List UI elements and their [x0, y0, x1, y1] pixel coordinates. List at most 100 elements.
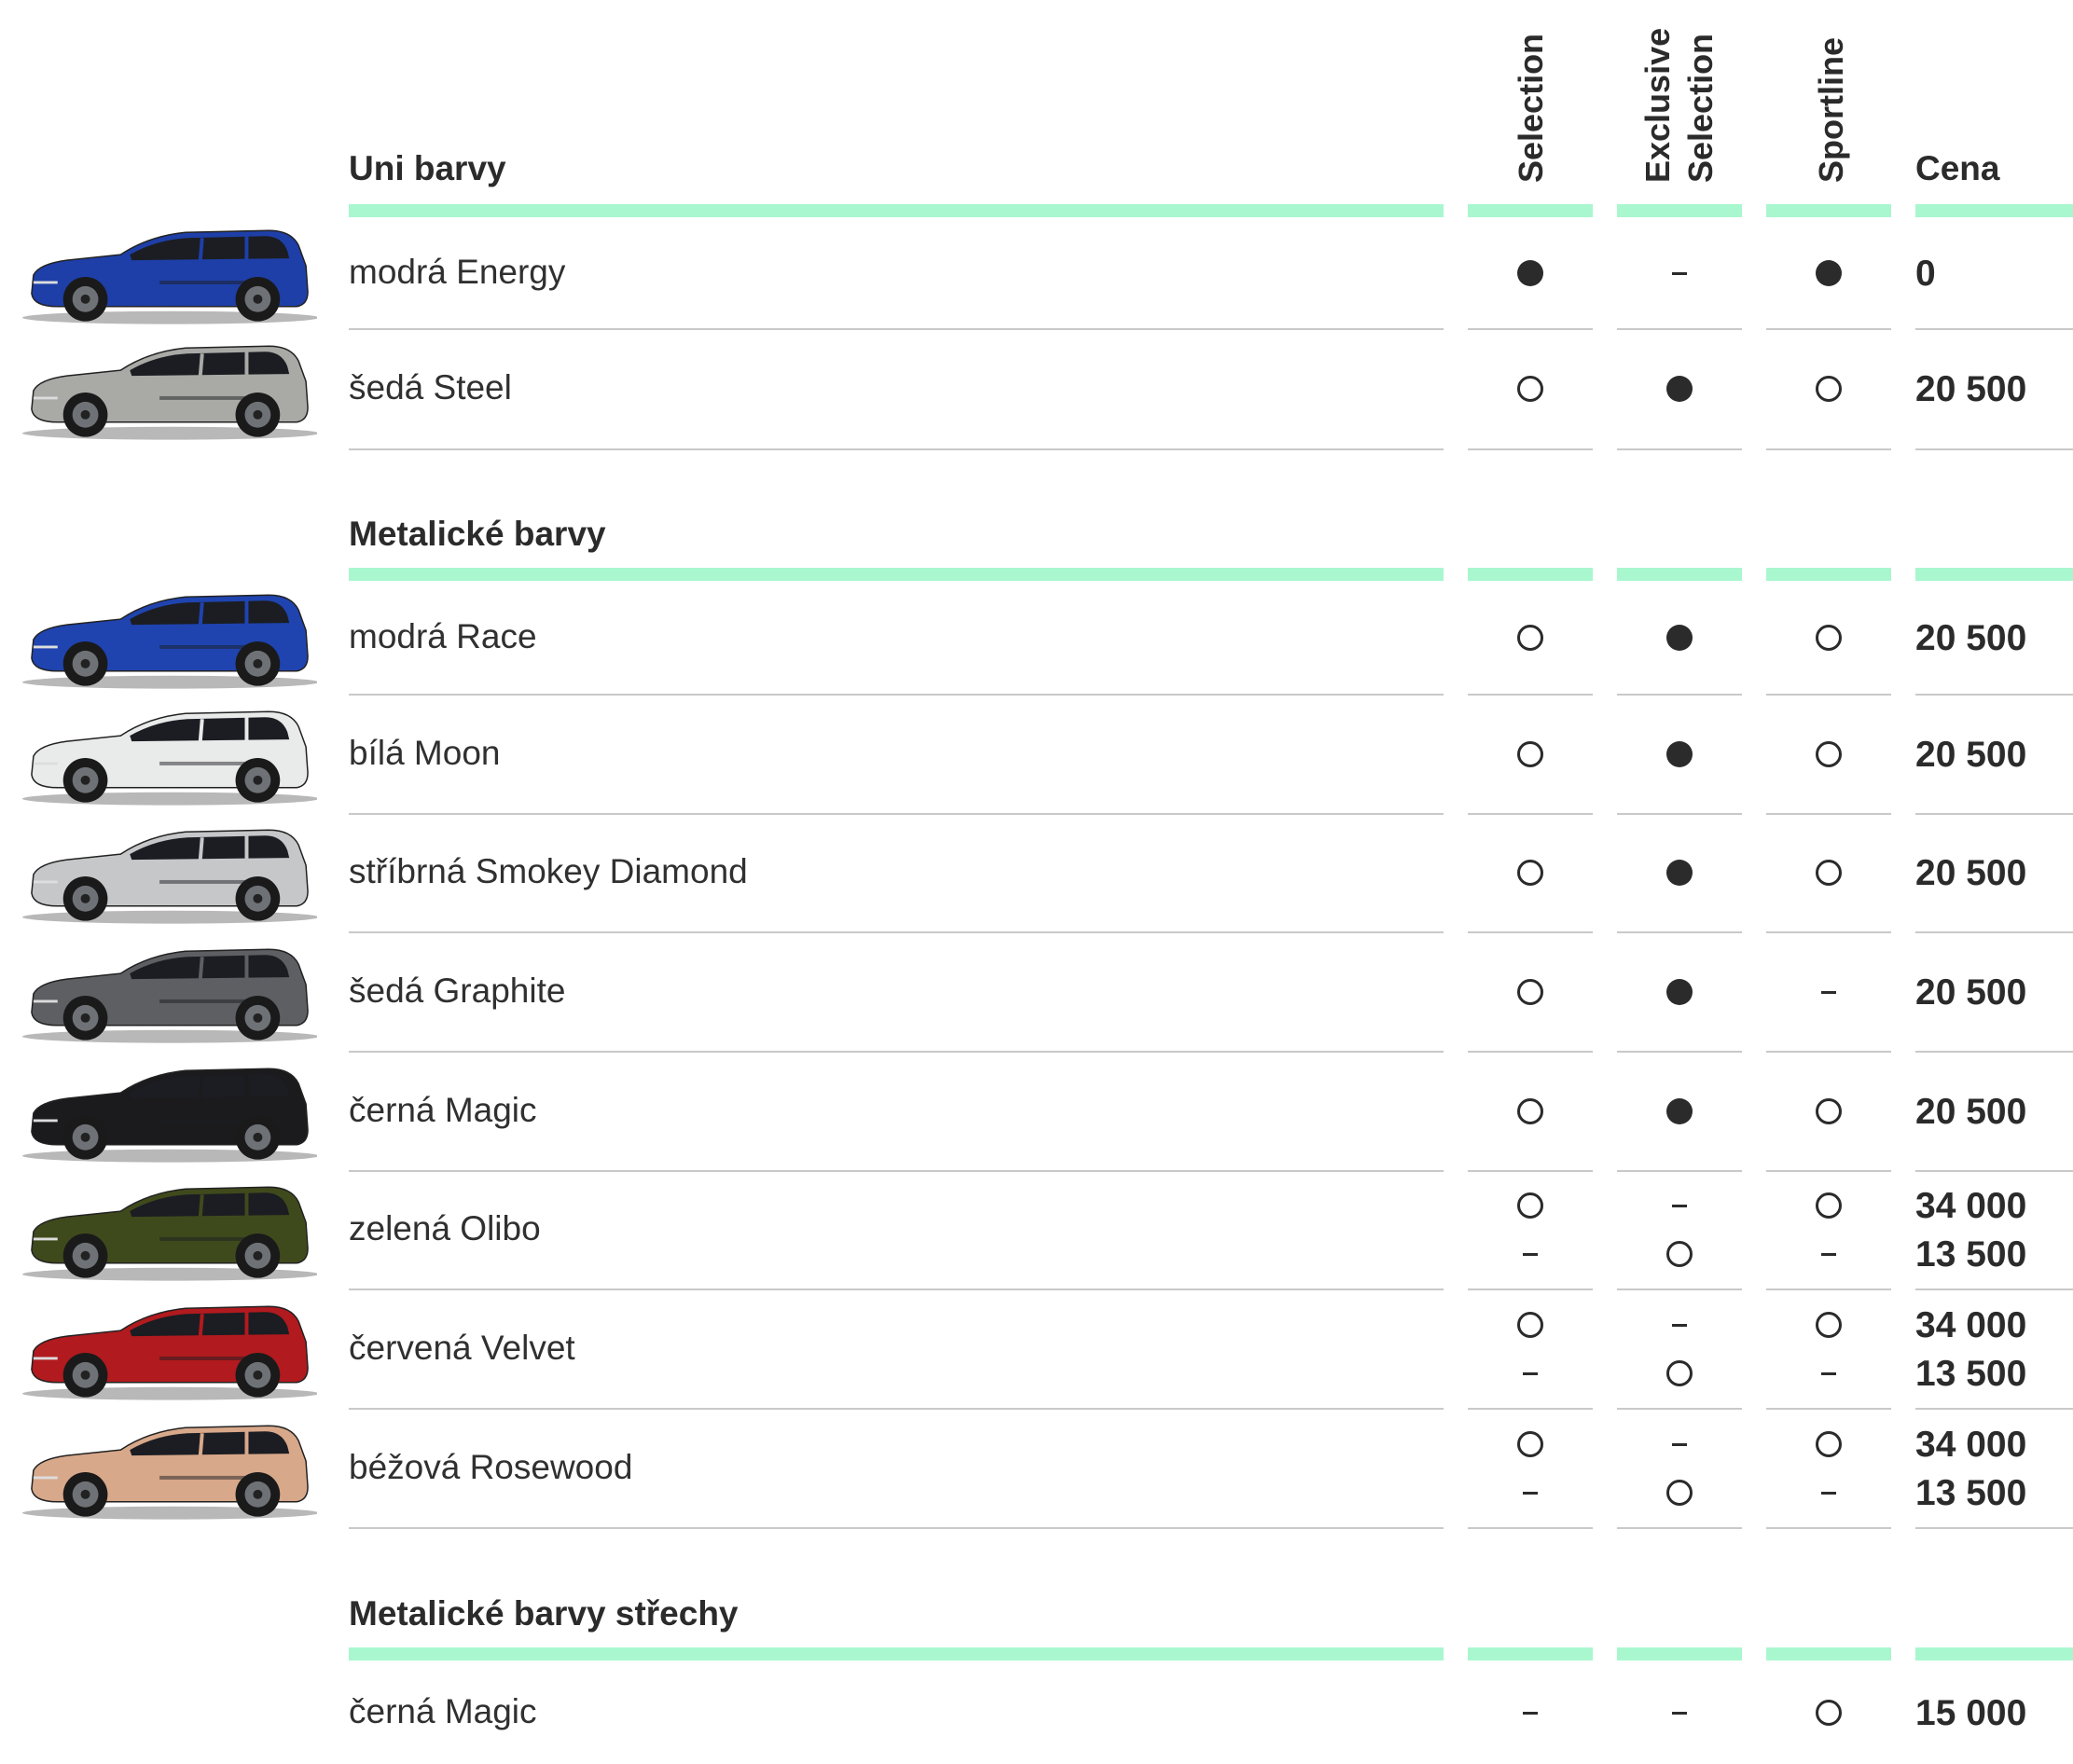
sportline-option-circle	[1816, 860, 1842, 886]
row-divider	[1468, 694, 1593, 696]
row-divider	[1766, 1051, 1891, 1053]
price-value: 13 500	[1915, 1353, 2027, 1394]
section-title: Uni barvy	[349, 149, 506, 187]
color-name: modrá Race	[349, 616, 537, 655]
selection-option-circle	[1517, 1430, 1543, 1457]
row-divider	[1915, 1170, 2073, 1172]
exclusive-option-circle	[1666, 1479, 1693, 1506]
row-divider	[1915, 694, 2073, 696]
sportline-standard-dot	[1816, 259, 1842, 286]
section-header-bar	[1915, 568, 2073, 581]
price-value: 20 500	[1915, 617, 2027, 658]
section-header-bar	[1766, 1647, 1891, 1661]
row-divider	[1915, 813, 2073, 815]
row-divider	[1766, 1289, 1891, 1290]
car-thumbnail	[21, 1293, 319, 1405]
row-divider	[349, 328, 1444, 330]
column-header-price: Cena	[1915, 149, 2000, 187]
row-divider	[1915, 328, 2073, 330]
car-thumbnail	[21, 217, 319, 329]
row-divider	[1468, 931, 1593, 933]
car-image-0	[21, 229, 319, 324]
car-thumbnail	[21, 582, 319, 694]
row-divider	[1468, 1051, 1593, 1053]
exclusive-unavailable-dash	[1672, 271, 1687, 275]
row-divider	[1617, 813, 1742, 815]
row-divider	[349, 1051, 1444, 1053]
row-divider	[1617, 1527, 1742, 1529]
column-header-exclusive-selection-line1: Exclusive	[1638, 27, 1677, 183]
row-divider	[1468, 1527, 1593, 1529]
selection-option-circle	[1517, 1192, 1543, 1219]
row-divider	[1766, 1408, 1891, 1410]
row-divider	[1766, 328, 1891, 330]
car-thumbnail	[21, 333, 319, 445]
color-name: stříbrná Smokey Diamond	[349, 852, 748, 890]
price-value: 13 500	[1915, 1234, 2027, 1275]
row-divider	[1915, 1289, 2073, 1290]
row-divider	[1617, 1289, 1742, 1290]
color-name: černá Magic	[349, 1691, 537, 1730]
sportline-option-circle	[1816, 624, 1842, 651]
selection-option-circle	[1517, 860, 1543, 886]
section-header-bar	[349, 568, 1444, 581]
row-divider	[1468, 1408, 1593, 1410]
sportline-unavailable-dash	[1821, 990, 1836, 994]
exclusive-standard-dot	[1666, 1097, 1693, 1124]
row-divider	[349, 694, 1444, 696]
price-value: 0	[1915, 253, 1936, 294]
car-image-6	[21, 1068, 319, 1163]
row-divider	[1766, 813, 1891, 815]
car-image-5	[21, 948, 319, 1043]
color-name: zelená Olibo	[349, 1209, 541, 1247]
row-divider	[1468, 1170, 1593, 1172]
price-value: 20 500	[1915, 853, 2027, 893]
selection-unavailable-dash	[1523, 1711, 1538, 1715]
row-divider	[1766, 931, 1891, 933]
row-divider	[1617, 694, 1742, 696]
selection-unavailable-dash	[1523, 1371, 1538, 1375]
row-divider	[349, 1170, 1444, 1172]
row-divider	[349, 931, 1444, 933]
sportline-unavailable-dash	[1821, 1371, 1836, 1375]
exclusive-standard-dot	[1666, 740, 1693, 767]
car-image-2	[21, 594, 319, 689]
section-header-bar	[1617, 204, 1742, 217]
color-name: šedá Steel	[349, 368, 512, 407]
price-value: 20 500	[1915, 972, 2027, 1013]
price-value: 15 000	[1915, 1692, 2027, 1733]
section-header-bar	[1468, 1647, 1593, 1661]
sportline-unavailable-dash	[1821, 1491, 1836, 1495]
section-header-bar	[1766, 568, 1891, 581]
row-divider	[1617, 448, 1742, 450]
section-header-bar	[1617, 1647, 1742, 1661]
sportline-option-circle	[1816, 1192, 1842, 1219]
sportline-option-circle	[1816, 1699, 1842, 1726]
section-title: Metalické barvy střechy	[349, 1594, 739, 1633]
row-divider	[1617, 328, 1742, 330]
exclusive-option-circle	[1666, 1241, 1693, 1267]
selection-standard-dot	[1517, 259, 1543, 286]
selection-option-circle	[1517, 1097, 1543, 1124]
color-name: červená Velvet	[349, 1328, 575, 1367]
car-thumbnail	[21, 1413, 319, 1524]
row-divider	[1915, 931, 2073, 933]
sportline-option-circle	[1816, 1097, 1842, 1124]
car-image-4	[21, 829, 319, 924]
car-image-9	[21, 1425, 319, 1520]
price-value: 20 500	[1915, 734, 2027, 775]
sportline-unavailable-dash	[1821, 1253, 1836, 1256]
color-name: béžová Rosewood	[349, 1447, 633, 1486]
car-image-7	[21, 1186, 319, 1281]
exclusive-unavailable-dash	[1672, 1711, 1687, 1715]
row-divider	[349, 1289, 1444, 1290]
exclusive-standard-dot	[1666, 624, 1693, 651]
selection-option-circle	[1517, 376, 1543, 402]
section-header-bar	[349, 1647, 1444, 1661]
selection-option-circle	[1517, 740, 1543, 767]
selection-unavailable-dash	[1523, 1491, 1538, 1495]
car-thumbnail	[21, 1174, 319, 1286]
row-divider	[1617, 931, 1742, 933]
selection-option-circle	[1517, 1311, 1543, 1338]
car-image-8	[21, 1305, 319, 1400]
